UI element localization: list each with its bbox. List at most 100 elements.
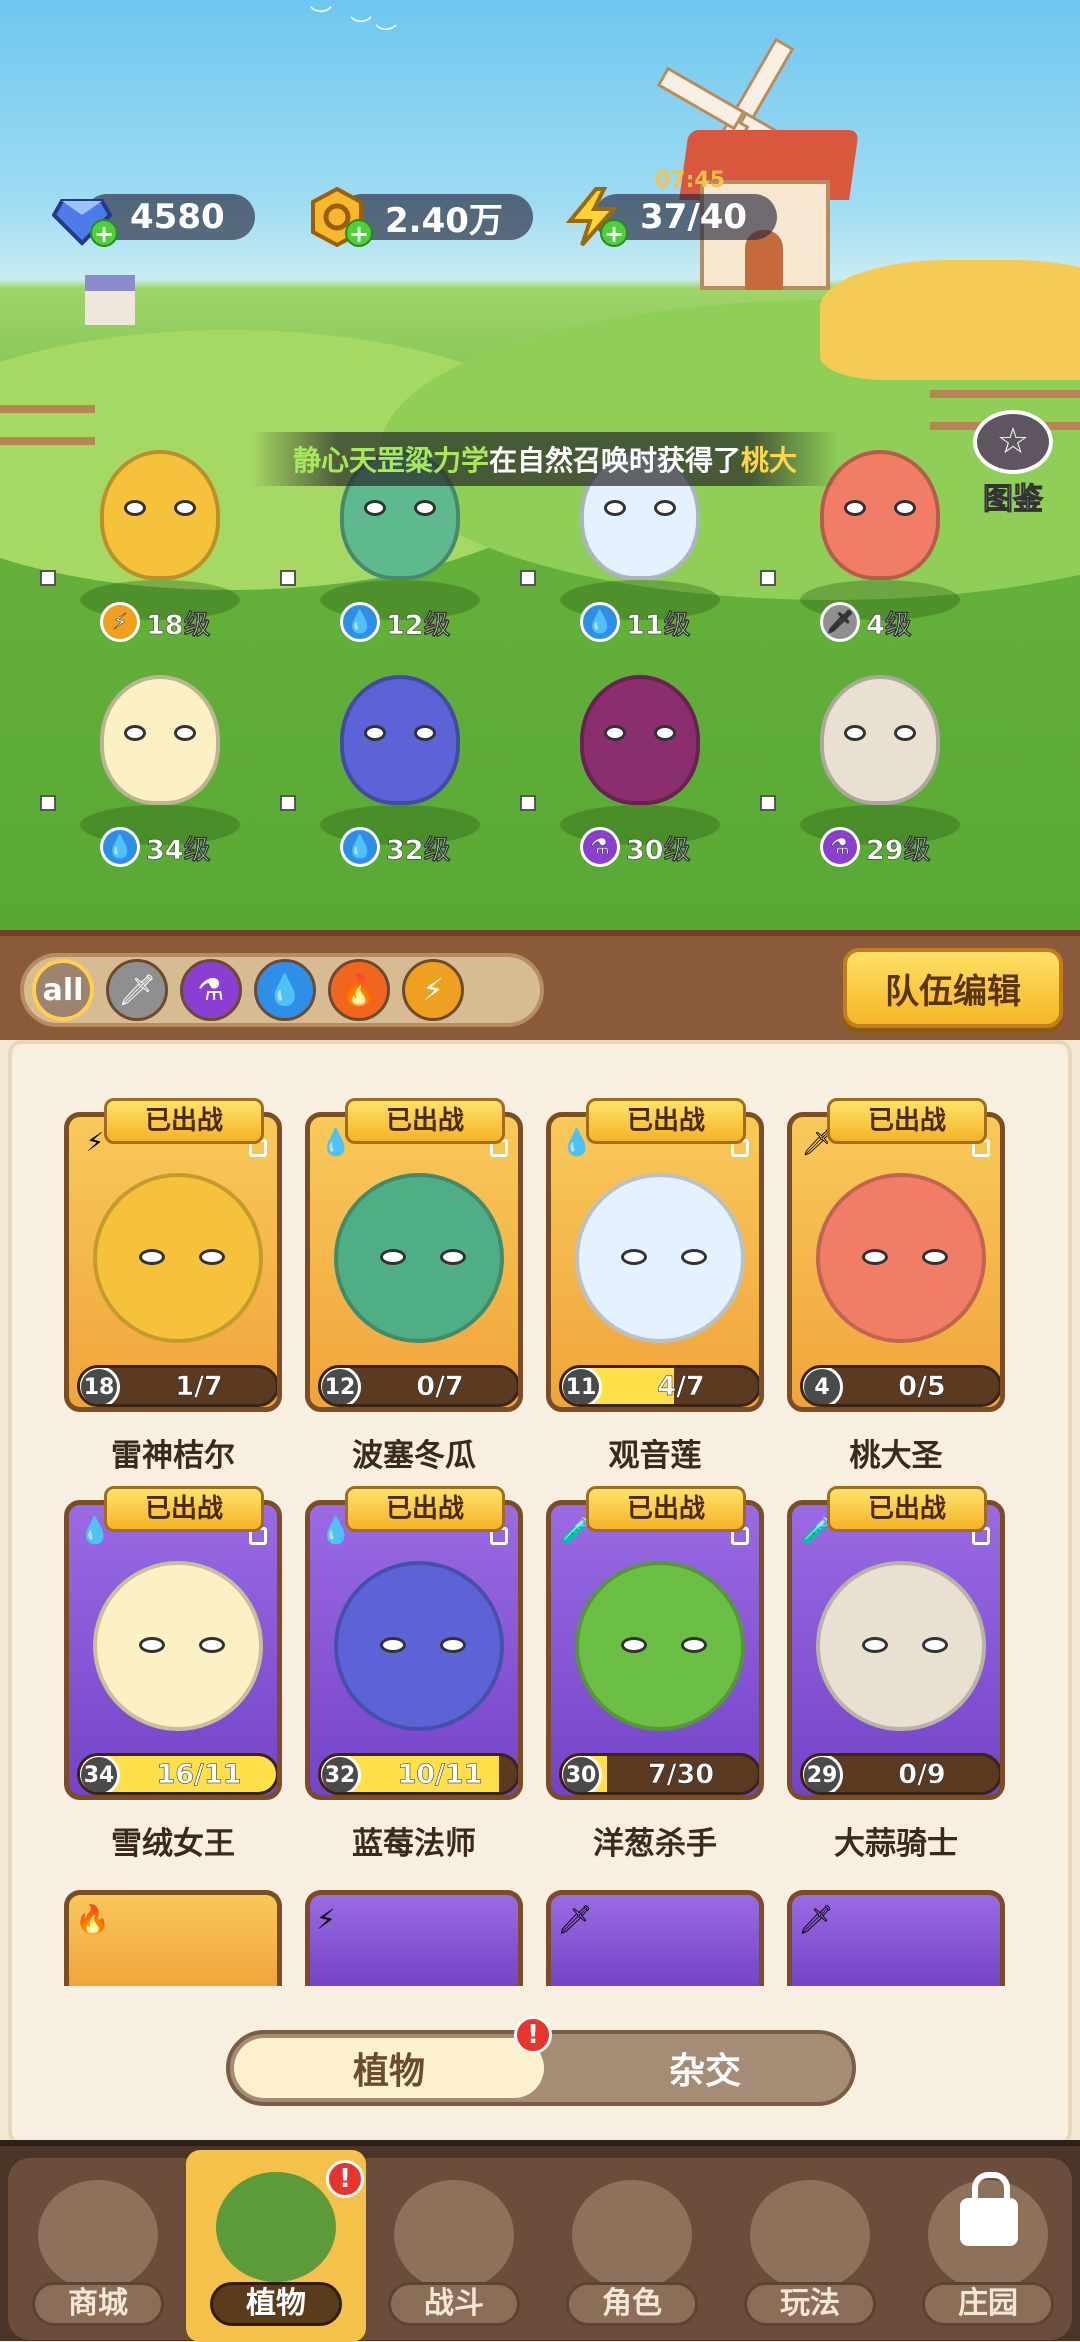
filter-sword-icon[interactable]: 🗡 bbox=[106, 959, 168, 1021]
gem-amount: 4580 bbox=[130, 197, 225, 237]
team-slot-level: 32级 bbox=[386, 834, 451, 866]
water-icon: 💧 bbox=[340, 602, 380, 642]
sword-icon: 🗡 bbox=[820, 602, 860, 642]
bird-icon: ︶ bbox=[350, 16, 373, 41]
plant-card[interactable]: 🧪 29 0/9 已出战 大蒜骑士 bbox=[787, 1486, 1005, 1862]
slot-marker bbox=[520, 570, 536, 586]
filter-lightning-icon[interactable]: ⚡ bbox=[402, 959, 464, 1021]
nav-art bbox=[216, 2172, 336, 2282]
card-count: 0/9 bbox=[898, 1758, 946, 1790]
sword-icon: 🗡 bbox=[798, 1903, 834, 1936]
album-label: 图鉴 bbox=[983, 482, 1044, 518]
plant-card-partial[interactable]: ⚡ bbox=[305, 1890, 523, 1986]
slot-marker bbox=[40, 795, 56, 811]
card-progress: 11 4/7 bbox=[559, 1365, 759, 1407]
plant-card[interactable]: 💧 11 4/7 已出战 观音莲 bbox=[546, 1098, 764, 1474]
nav-art bbox=[38, 2180, 158, 2290]
plant-card-partial[interactable]: 🔥 bbox=[64, 1890, 282, 1986]
card-level: 34 bbox=[80, 1756, 120, 1792]
coin-counter[interactable]: + 2.40万 bbox=[305, 187, 533, 247]
slot-marker bbox=[760, 795, 776, 811]
diamond-icon: + bbox=[50, 185, 118, 249]
card-count: 1/7 bbox=[175, 1370, 223, 1402]
card-progress: 30 7/30 bbox=[559, 1753, 759, 1795]
plant-card[interactable]: 🧪 30 7/30 已出战 洋葱杀手 bbox=[546, 1486, 764, 1862]
nav-item[interactable]: 庄园 bbox=[898, 2158, 1078, 2338]
slot-marker bbox=[280, 570, 296, 586]
team-slot[interactable]: 💧 32级 bbox=[280, 655, 500, 867]
card-count: 4/7 bbox=[657, 1370, 705, 1402]
add-coins-icon[interactable]: + bbox=[345, 219, 373, 247]
team-slot-level: 4级 bbox=[866, 609, 912, 641]
plant-portrait bbox=[93, 1561, 263, 1731]
add-gems-icon[interactable]: + bbox=[90, 219, 118, 247]
fire-icon: 🔥 bbox=[75, 1903, 110, 1936]
card-level: 32 bbox=[321, 1756, 361, 1792]
water-icon: 💧 bbox=[340, 827, 380, 867]
plant-card[interactable]: 💧 34 16/11 已出战 雪绒女王 bbox=[64, 1486, 282, 1862]
card-progress: 34 16/11 bbox=[77, 1753, 277, 1795]
notice-text: 在自然召唤时获得了 bbox=[488, 444, 741, 477]
energy-counter[interactable]: + 37/40 bbox=[560, 187, 778, 247]
water-icon: 💧 bbox=[580, 602, 620, 642]
add-energy-icon[interactable]: + bbox=[600, 219, 628, 247]
team-slot[interactable]: 💧 34级 bbox=[40, 655, 260, 867]
poison-icon: ⚗ bbox=[580, 827, 620, 867]
notice-item: 桃大 bbox=[741, 444, 798, 477]
team-slot-level: 34级 bbox=[146, 834, 211, 866]
plant-name: 蓝莓法师 bbox=[352, 1826, 476, 1862]
filter-poison-icon[interactable]: ⚗ bbox=[180, 959, 242, 1021]
lightning-icon: ⚡ bbox=[100, 602, 140, 642]
plant-card-partial[interactable]: 🗡 bbox=[787, 1890, 1005, 1986]
nav-art bbox=[394, 2180, 514, 2290]
filter-water-icon[interactable]: 💧 bbox=[254, 959, 316, 1021]
plant-card[interactable]: 🗡 4 0/5 已出战 桃大圣 bbox=[787, 1098, 1005, 1474]
energy-amount: 37/40 bbox=[640, 197, 748, 237]
team-edit-button[interactable]: 队伍编辑 bbox=[843, 948, 1063, 1028]
tab-hybrid[interactable]: 杂交 bbox=[560, 2038, 850, 2098]
nav-item[interactable]: 玩法 bbox=[720, 2158, 900, 2338]
tab-plants[interactable]: 植物 bbox=[234, 2038, 544, 2098]
plant-card[interactable]: 💧 32 10/11 已出战 蓝莓法师 bbox=[305, 1486, 523, 1862]
plant-portrait bbox=[816, 1173, 986, 1343]
alert-badge: ! bbox=[514, 2016, 552, 2054]
team-slot-level: 18级 bbox=[146, 609, 211, 641]
filter-all[interactable]: all bbox=[32, 959, 94, 1021]
lightning-icon: ⚡ bbox=[316, 1903, 336, 1936]
plant-portrait bbox=[334, 1561, 504, 1731]
team-slot-level: 29级 bbox=[866, 834, 931, 866]
team-slot[interactable]: ⚗ 29级 bbox=[760, 655, 980, 867]
plant-card[interactable]: ⚡ 18 1/7 已出战 雷神桔尔 bbox=[64, 1098, 282, 1474]
nav-item[interactable]: 角色 bbox=[542, 2158, 722, 2338]
filter-fire-icon[interactable]: 🔥 bbox=[328, 959, 390, 1021]
plant-name: 观音莲 bbox=[608, 1438, 702, 1474]
card-count: 10/11 bbox=[397, 1758, 483, 1790]
slot-marker bbox=[280, 795, 296, 811]
nav-item[interactable]: 植物! bbox=[186, 2150, 366, 2342]
card-progress: 4 0/5 bbox=[800, 1365, 1000, 1407]
plant-name: 雷神桔尔 bbox=[111, 1438, 235, 1474]
poison-icon: ⚗ bbox=[820, 827, 860, 867]
card-progress: 18 1/7 bbox=[77, 1365, 277, 1407]
element-filter: all 🗡 ⚗ 💧 🔥 ⚡ bbox=[20, 953, 544, 1027]
card-progress: 12 0/7 bbox=[318, 1365, 518, 1407]
plant-name: 雪绒女王 bbox=[111, 1826, 235, 1862]
nav-label: 战斗 bbox=[388, 2282, 520, 2326]
card-count: 0/5 bbox=[898, 1370, 946, 1402]
team-slot[interactable]: ⚗ 30级 bbox=[520, 655, 740, 867]
nav-item[interactable]: 商城 bbox=[8, 2158, 188, 2338]
gem-counter[interactable]: + 4580 bbox=[50, 190, 255, 247]
slot-marker bbox=[40, 570, 56, 586]
plant-card-partial[interactable]: 🗡 bbox=[546, 1890, 764, 1986]
nav-label: 玩法 bbox=[744, 2282, 876, 2326]
nav-item[interactable]: 战斗 bbox=[364, 2158, 544, 2338]
filter-bar: all 🗡 ⚗ 💧 🔥 ⚡ 队伍编辑 bbox=[0, 930, 1080, 1040]
team-slot[interactable]: ⚡ 18级 bbox=[40, 430, 260, 642]
deployed-tag: 已出战 bbox=[104, 1486, 264, 1532]
farm-scene: ︶ ︶ ︶ + 4580 + 2.40万 + 37/40 07:45 ⚡ 18级… bbox=[0, 0, 1080, 930]
album-button[interactable]: ☆ 图鉴 bbox=[968, 410, 1058, 518]
card-progress: 32 10/11 bbox=[318, 1753, 518, 1795]
wheat-field bbox=[820, 260, 1080, 380]
card-level: 30 bbox=[562, 1756, 602, 1792]
plant-card[interactable]: 💧 12 0/7 已出战 波塞冬瓜 bbox=[305, 1098, 523, 1474]
